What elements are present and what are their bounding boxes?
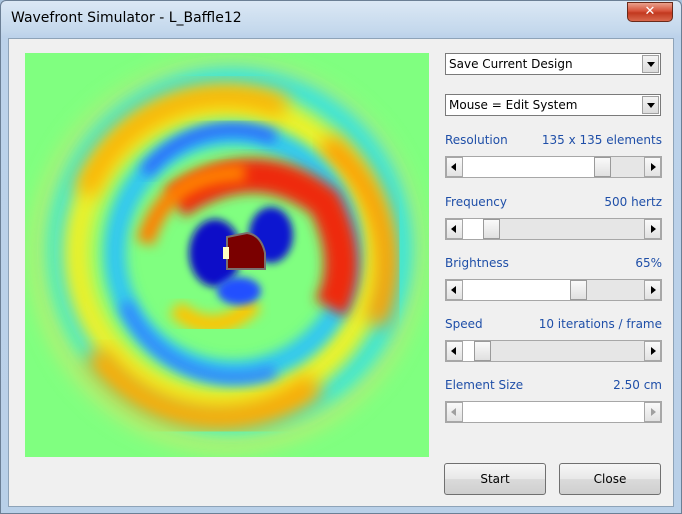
app-window: Wavefront Simulator - L_Baffle12 ✕ Save … bbox=[0, 0, 682, 514]
element-size-track bbox=[463, 402, 644, 422]
brightness-track[interactable] bbox=[463, 280, 644, 300]
start-button[interactable]: Start bbox=[444, 463, 546, 495]
chevron-down-icon bbox=[647, 62, 655, 67]
speed-thumb[interactable] bbox=[474, 341, 491, 361]
dialog-client-area: Save Current Design Mouse = Edit System … bbox=[8, 38, 674, 507]
speed-value: 10 iterations / frame bbox=[538, 317, 662, 331]
arrow-right-icon bbox=[651, 163, 656, 171]
frequency-track[interactable] bbox=[463, 219, 644, 239]
resolution-slider[interactable] bbox=[445, 156, 662, 178]
frequency-slider[interactable] bbox=[445, 218, 662, 240]
element-size-value: 2.50 cm bbox=[613, 378, 662, 392]
element-size-increase-button bbox=[644, 402, 661, 422]
source-element[interactable] bbox=[223, 247, 229, 259]
arrow-right-icon bbox=[651, 408, 656, 416]
arrow-right-icon bbox=[651, 286, 656, 294]
frequency-label: Frequency bbox=[445, 195, 507, 209]
wavefront-canvas[interactable] bbox=[25, 53, 429, 457]
resolution-value: 135 x 135 elements bbox=[541, 133, 662, 147]
mouse-mode-dropdown[interactable]: Mouse = Edit System bbox=[445, 94, 661, 116]
element-size-slider bbox=[445, 401, 662, 423]
speed-slider[interactable] bbox=[445, 340, 662, 362]
speed-label: Speed bbox=[445, 317, 483, 331]
arrow-left-icon bbox=[451, 286, 456, 294]
resolution-increase-button[interactable] bbox=[644, 157, 661, 177]
brightness-decrease-button[interactable] bbox=[446, 280, 463, 300]
design-dropdown-value: Save Current Design bbox=[449, 57, 573, 71]
mouse-mode-dropdown-value: Mouse = Edit System bbox=[449, 98, 578, 112]
speed-label-row: Speed 10 iterations / frame bbox=[445, 317, 662, 333]
brightness-increase-button[interactable] bbox=[644, 280, 661, 300]
close-button[interactable]: Close bbox=[559, 463, 661, 495]
brightness-slider[interactable] bbox=[445, 279, 662, 301]
speed-track[interactable] bbox=[463, 341, 644, 361]
chevron-down-icon bbox=[647, 103, 655, 108]
title-bar[interactable]: Wavefront Simulator - L_Baffle12 ✕ bbox=[1, 1, 681, 33]
l-baffle[interactable] bbox=[226, 231, 266, 270]
element-size-label: Element Size bbox=[445, 378, 524, 392]
wave-lobe-blue-bottom bbox=[217, 277, 261, 305]
frequency-value: 500 hertz bbox=[604, 195, 662, 209]
arrow-left-icon bbox=[451, 163, 456, 171]
resolution-label-row: Resolution 135 x 135 elements bbox=[445, 133, 662, 149]
arrow-left-icon bbox=[451, 225, 456, 233]
design-dropdown-button[interactable] bbox=[642, 55, 659, 73]
close-icon: ✕ bbox=[644, 4, 656, 19]
arrow-left-icon bbox=[451, 347, 456, 355]
brightness-label-row: Brightness 65% bbox=[445, 256, 662, 272]
resolution-thumb[interactable] bbox=[594, 157, 611, 177]
resolution-label: Resolution bbox=[445, 133, 508, 147]
frequency-thumb[interactable] bbox=[483, 219, 500, 239]
frequency-decrease-button[interactable] bbox=[446, 219, 463, 239]
window-close-button[interactable]: ✕ bbox=[627, 2, 673, 22]
frequency-increase-button[interactable] bbox=[644, 219, 661, 239]
brightness-thumb[interactable] bbox=[570, 280, 587, 300]
speed-decrease-button[interactable] bbox=[446, 341, 463, 361]
resolution-decrease-button[interactable] bbox=[446, 157, 463, 177]
arrow-right-icon bbox=[651, 225, 656, 233]
arrow-right-icon bbox=[651, 347, 656, 355]
arrow-left-icon bbox=[451, 408, 456, 416]
element-size-decrease-button bbox=[446, 402, 463, 422]
wavefront-field bbox=[25, 53, 429, 457]
design-dropdown[interactable]: Save Current Design bbox=[445, 53, 661, 75]
brightness-label: Brightness bbox=[445, 256, 509, 270]
element-size-label-row: Element Size 2.50 cm bbox=[445, 378, 662, 394]
resolution-track[interactable] bbox=[463, 157, 644, 177]
window-title: Wavefront Simulator - L_Baffle12 bbox=[11, 10, 242, 26]
brightness-value: 65% bbox=[635, 256, 662, 270]
frequency-label-row: Frequency 500 hertz bbox=[445, 195, 662, 211]
speed-increase-button[interactable] bbox=[644, 341, 661, 361]
mouse-mode-dropdown-button[interactable] bbox=[642, 96, 659, 114]
